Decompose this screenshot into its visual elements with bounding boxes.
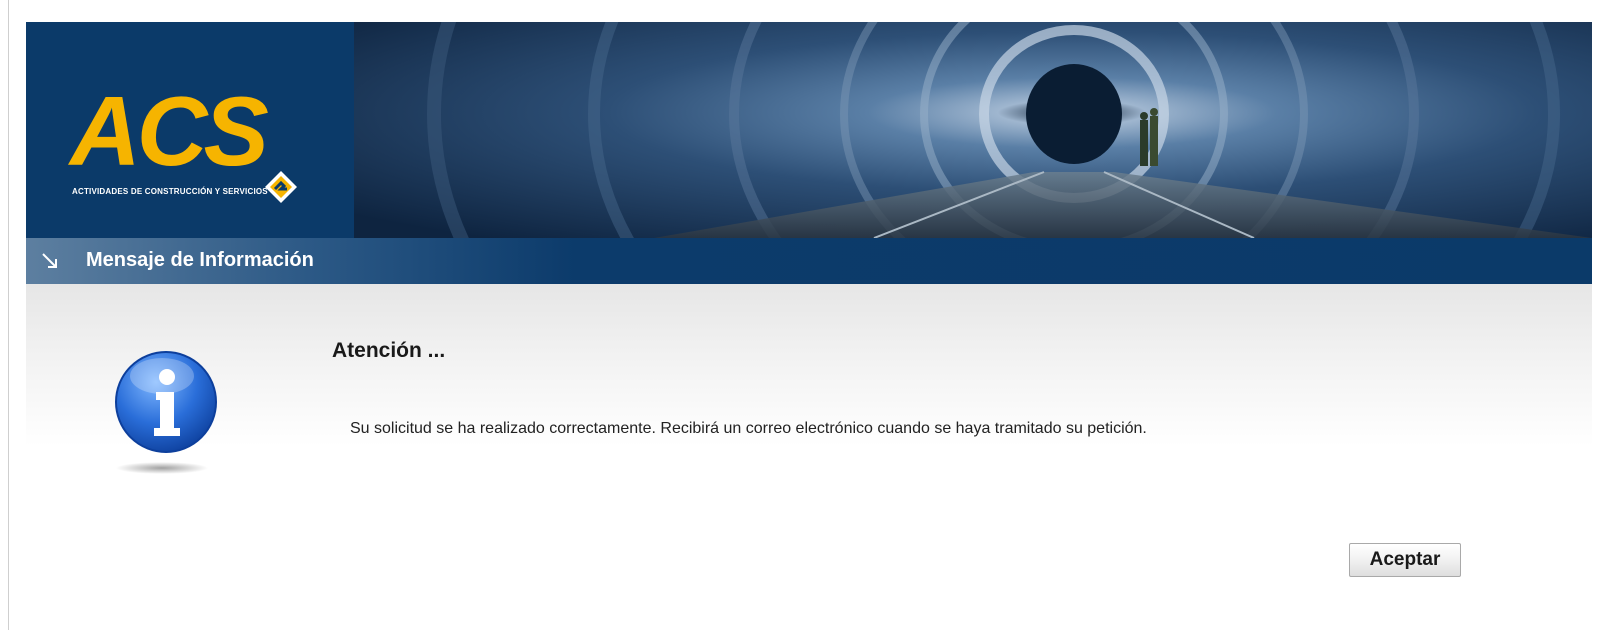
company-logo: ACS ACTIVIDADES DE CONSTRUCCIÓN Y SERVIC… (26, 22, 354, 238)
message-heading: Atención ... (332, 339, 446, 362)
dialog-titlebar: Mensaje de Información (26, 238, 1592, 284)
message-text: Su solicitud se ha realizado correctamen… (350, 420, 1147, 437)
logo-diamond-icon (265, 171, 297, 203)
logo-subtitle: ACTIVIDADES DE CONSTRUCCIÓN Y SERVICIOS (72, 187, 268, 196)
info-icon (115, 351, 217, 474)
tunnel-banner-image (354, 22, 1592, 238)
page-header: ACS ACTIVIDADES DE CONSTRUCCIÓN Y SERVIC… (26, 22, 1592, 238)
logo-text: ACS (70, 76, 269, 186)
dialog-title: Mensaje de Información (86, 249, 314, 271)
accept-button[interactable]: Aceptar (1349, 543, 1461, 577)
arrow-down-right-icon (42, 253, 57, 268)
